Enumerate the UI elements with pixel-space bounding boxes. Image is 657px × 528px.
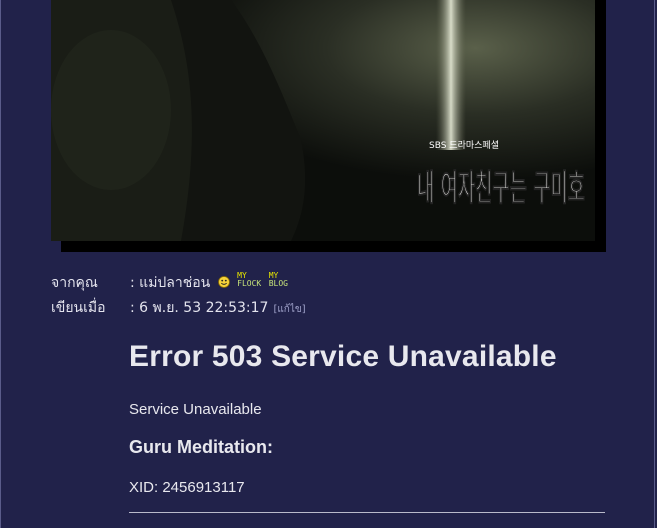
smiley-icon (217, 276, 230, 288)
posted-label: เขียนเมื่อ (51, 300, 106, 316)
guru-heading: Guru Meditation: (129, 437, 273, 457)
error-message: Service Unavailable (129, 401, 262, 418)
my-flock-link[interactable]: MY FLOCK (237, 272, 261, 288)
svg-text:SBS 드라마스페셜: SBS 드라마스페셜 (429, 140, 499, 151)
error-xid: XID: 2456913117 (129, 479, 245, 496)
svg-text:내 여자친구는 구미호: 내 여자친구는 구미호 (417, 168, 585, 209)
posted-timestamp: : 6 พ.ย. 53 22:53:17 (130, 300, 269, 316)
author-name[interactable]: : แม่ปลาช่อน (130, 272, 210, 294)
author-label: จากคุณ (51, 275, 98, 291)
my-blog-link[interactable]: MY BLOG (269, 272, 288, 288)
drama-photo: SBS 드라마스페셜 내 여자친구는 구미호 (51, 0, 595, 241)
error-title: Error 503 Service Unavailable (129, 340, 557, 373)
author-row: จากคุณ : แม่ปลาช่อน MY FLOCK MY BLOG (51, 272, 288, 294)
edit-link[interactable]: [แก้ไข] (273, 304, 305, 315)
posted-row: เขียนเมื่อ : 6 พ.ย. 53 22:53:17 [แก้ไข] (51, 297, 306, 319)
divider (129, 512, 605, 513)
